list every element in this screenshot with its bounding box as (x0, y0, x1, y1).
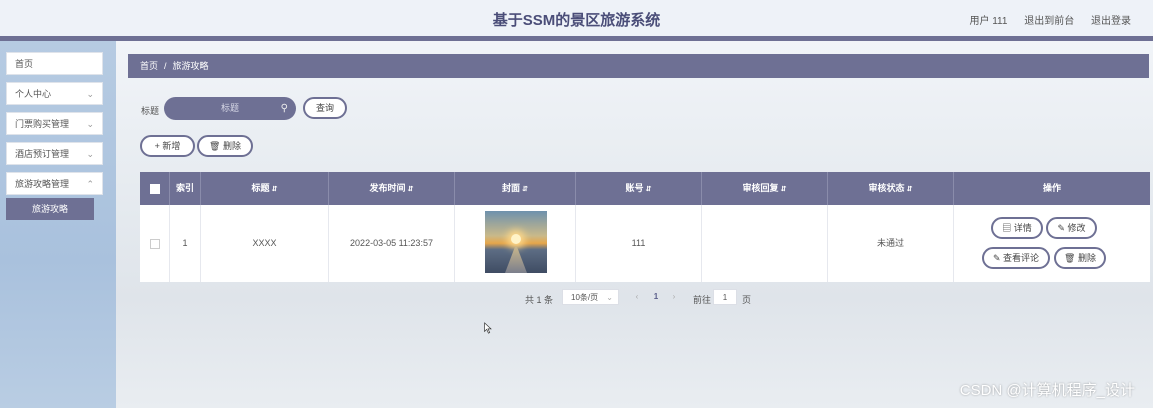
sort-icon: ⇵ (780, 186, 787, 193)
prev-page-button[interactable]: ‹ (629, 289, 645, 305)
sidebar-item-label: 门票购买管理 (15, 119, 70, 129)
col-cover-label: 封面 (502, 183, 521, 193)
edit-label: 修改 (1067, 223, 1086, 233)
sort-icon: ⇵ (906, 186, 913, 193)
col-review-status-label: 审核状态 (868, 183, 905, 193)
sort-icon: ⇵ (271, 186, 278, 193)
table-header: 索引 标题 ⇵ 发布时间 ⇵ 封面 ⇵ 账号 ⇵ 审核回复 ⇵ 审核状态 ⇵ 操作 (140, 172, 1150, 205)
main-content: 首页 / 旅游攻略 标题 标题 ⚲ 查询 + 新增 🗑 删除 索引 标题 ⇵ 发布时间… (116, 41, 1153, 408)
select-all-cell (140, 172, 170, 205)
sort-icon: ⇵ (522, 186, 528, 193)
sidebar-item-home[interactable]: 首页 (6, 52, 103, 75)
batch-delete-button[interactable]: 🗑 删除 (197, 135, 253, 157)
pagination-total: 共 1 条 (525, 295, 554, 305)
cell-actions: ▤ 详情 ✎ 修改 ✎ 查看评论 🗑 删除 (954, 205, 1150, 282)
search-icon: ⚲ (280, 103, 288, 114)
sidebar-subitem-travel-guide[interactable]: 旅游攻略 (6, 198, 94, 220)
cell-review-status: 未通过 (828, 205, 954, 282)
edit-button[interactable]: ✎ 修改 (1046, 217, 1097, 239)
col-publish-time[interactable]: 发布时间 ⇵ (329, 172, 455, 205)
col-account-label: 账号 (625, 183, 644, 193)
road-graphic (505, 247, 527, 273)
chevron-down-icon: ⌄ (86, 119, 94, 129)
breadcrumb-separator: / (164, 61, 167, 71)
next-page-button[interactable]: › (666, 289, 682, 305)
col-title-label: 标题 (251, 183, 270, 193)
chevron-down-icon: ⌄ (86, 89, 94, 99)
pencil-icon: ✎ (992, 253, 1004, 263)
col-account[interactable]: 账号 ⇵ (576, 172, 702, 205)
search-input[interactable]: 标题 ⚲ (164, 97, 296, 120)
cell-publish-time: 2022-03-05 11:23:57 (329, 205, 455, 282)
page-suffix: 页 (742, 295, 752, 305)
page-size-value: 10条/页 (571, 293, 599, 302)
breadcrumb-current: 旅游攻略 (172, 61, 209, 71)
sidebar-item-guide-management[interactable]: 旅游攻略管理 ⌃ (6, 172, 103, 195)
cell-index: 1 (170, 205, 201, 282)
breadcrumb-home[interactable]: 首页 (140, 61, 158, 71)
search-label: 标题 (141, 106, 160, 116)
cover-image[interactable] (485, 211, 547, 273)
sidebar: 首页 个人中心 ⌄ 门票购买管理 ⌄ 酒店预订管理 ⌄ 旅游攻略管理 ⌃ 旅游攻… (0, 41, 116, 408)
chevron-down-icon: ⌄ (86, 149, 94, 159)
sidebar-item-hotel-management[interactable]: 酒店预订管理 ⌄ (6, 142, 103, 165)
sort-icon: ⇵ (407, 186, 414, 193)
view-comments-button[interactable]: ✎ 查看评论 (982, 247, 1050, 269)
watermark: CSDN @计算机程序_设计 (959, 382, 1135, 399)
cell-review-reply (702, 205, 828, 282)
sidebar-item-ticket-management[interactable]: 门票购买管理 ⌄ (6, 112, 103, 135)
col-index: 索引 (170, 172, 201, 205)
row-checkbox[interactable] (149, 238, 160, 249)
breadcrumb: 首页 / 旅游攻略 (128, 54, 1149, 78)
search-placeholder: 标题 (220, 103, 239, 113)
col-review-reply-label: 审核回复 (742, 183, 779, 193)
back-to-front-link[interactable]: 退出到前台 (1024, 16, 1074, 27)
trash-icon: 🗑 (1064, 253, 1078, 263)
col-title[interactable]: 标题 ⇵ (201, 172, 329, 205)
top-header: 基于SSM的景区旅游系统 用户 111 退出到前台 退出登录 (0, 0, 1153, 41)
sidebar-item-personal-center[interactable]: 个人中心 ⌄ (6, 82, 103, 105)
sidebar-item-label: 旅游攻略管理 (15, 179, 70, 189)
col-review-status[interactable]: 审核状态 ⇵ (828, 172, 954, 205)
logout-link[interactable]: 退出登录 (1091, 16, 1131, 27)
row-select-cell (140, 205, 170, 282)
cell-title: XXXX (201, 205, 329, 282)
select-all-checkbox[interactable] (149, 183, 160, 194)
row-delete-button[interactable]: 🗑 删除 (1054, 247, 1106, 269)
sun-graphic (511, 234, 521, 244)
view-comments-label: 查看评论 (1003, 253, 1040, 263)
add-label: 新增 (162, 141, 181, 151)
trash-icon: 🗑 (209, 141, 223, 151)
detail-button[interactable]: ▤ 详情 (991, 217, 1043, 239)
current-page[interactable]: 1 (646, 289, 666, 305)
pencil-icon: ✎ (1057, 223, 1068, 233)
col-cover[interactable]: 封面 ⇵ (455, 172, 576, 205)
cell-cover (455, 205, 576, 282)
query-button[interactable]: 查询 (303, 97, 347, 119)
goto-page-input[interactable]: 1 (713, 289, 737, 305)
sidebar-item-label: 首页 (15, 59, 34, 69)
chevron-up-icon: ⌃ (86, 179, 94, 189)
sidebar-item-label: 个人中心 (15, 89, 52, 99)
header-user-area: 用户 111 退出到前台 退出登录 (955, 12, 1131, 27)
chevron-down-icon: ⌄ (606, 293, 613, 302)
mouse-cursor-icon (484, 322, 492, 334)
detail-label: 详情 (1013, 223, 1032, 233)
col-publish-time-label: 发布时间 (369, 183, 406, 193)
sidebar-item-label: 酒店预订管理 (15, 149, 70, 159)
document-icon: ▤ (1002, 223, 1014, 233)
sort-icon: ⇵ (645, 186, 652, 193)
delete-label: 删除 (222, 141, 241, 151)
guide-table: 索引 标题 ⇵ 发布时间 ⇵ 封面 ⇵ 账号 ⇵ 审核回复 ⇵ 审核状态 ⇵ 操作 1 XX… (140, 172, 1150, 282)
page-size-select[interactable]: 10条/页 ⌄ (562, 289, 619, 305)
cell-account: 111 (576, 205, 702, 282)
goto-label: 前往 (693, 295, 712, 305)
add-button[interactable]: + 新增 (140, 135, 195, 157)
col-review-reply[interactable]: 审核回复 ⇵ (702, 172, 828, 205)
row-delete-label: 删除 (1077, 253, 1096, 263)
current-user: 用户 111 (969, 16, 1008, 27)
col-actions: 操作 (1042, 183, 1061, 193)
